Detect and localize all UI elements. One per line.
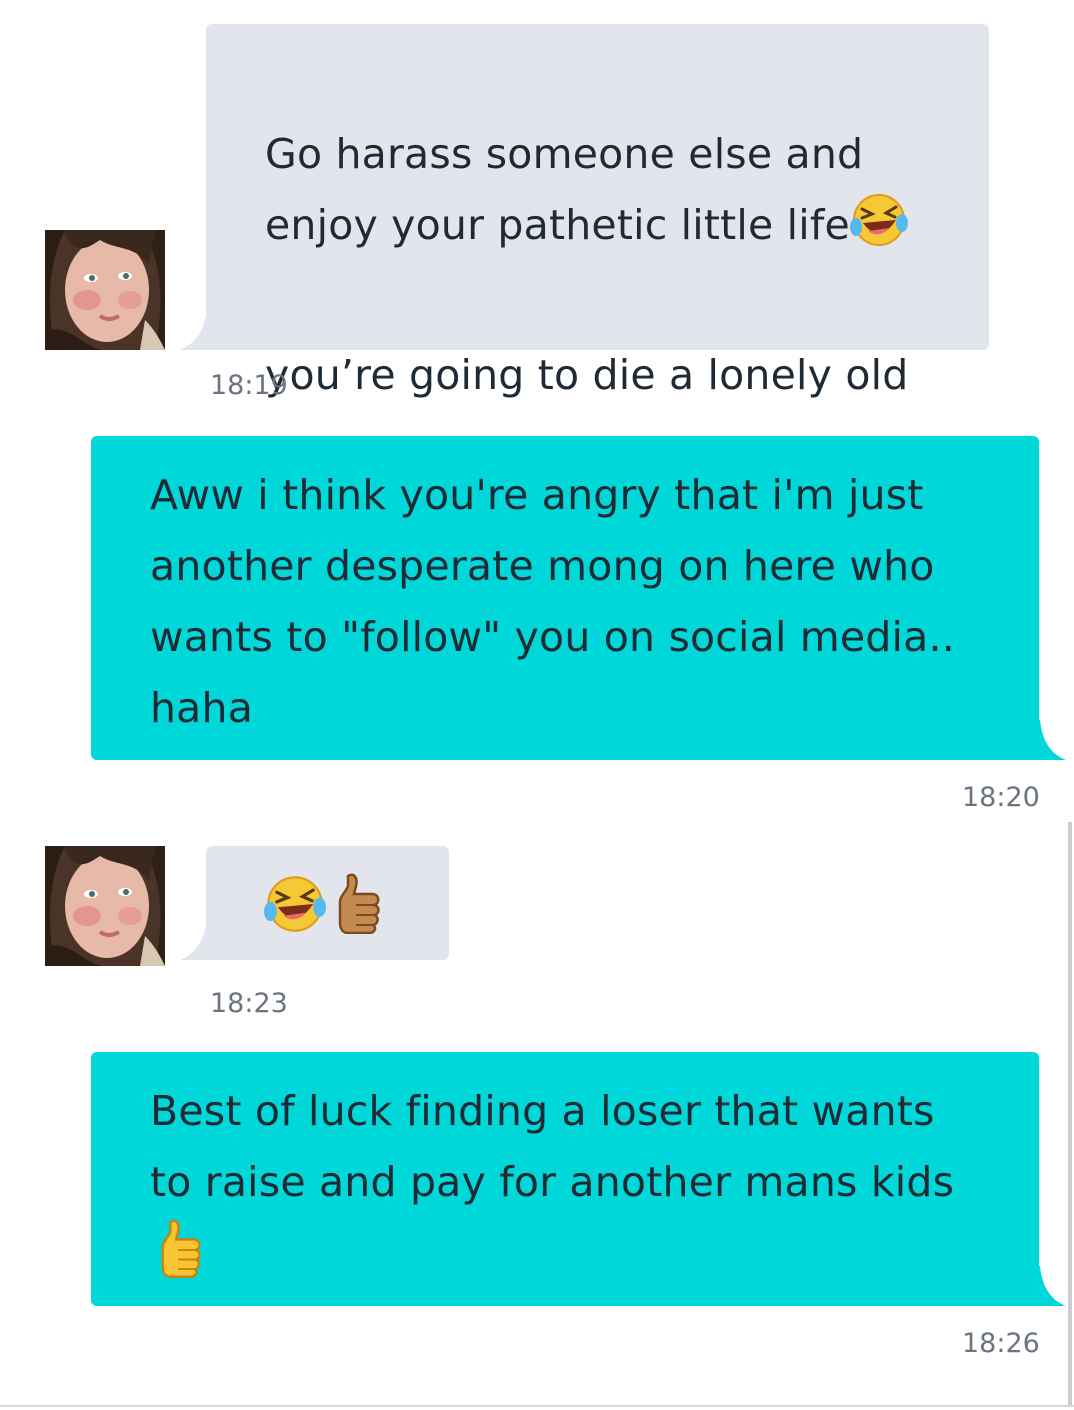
outgoing-message-bubble[interactable]: Aww i think you're angry that i'm just a… bbox=[91, 436, 1039, 760]
message-text: Aww i think you're angry that i'm just a… bbox=[150, 471, 955, 732]
contact-avatar[interactable] bbox=[45, 230, 165, 350]
incoming-message-bubble[interactable]: Go harass someone else and enjoy your pa… bbox=[206, 24, 989, 470]
message-timestamp: 18:20 bbox=[962, 782, 1040, 813]
incoming-message-bubble[interactable] bbox=[206, 846, 449, 960]
thumbs-up-emoji-icon bbox=[334, 872, 382, 938]
message-timestamp: 18:19 bbox=[210, 370, 288, 401]
scrollbar[interactable] bbox=[1068, 822, 1072, 1406]
outgoing-message-bubble[interactable]: Best of luck finding a loser that wants … bbox=[91, 1052, 1039, 1306]
laughing-tears-emoji-icon bbox=[849, 193, 908, 269]
message-timestamp: 18:26 bbox=[962, 1328, 1040, 1359]
chat-thread: Go harass someone else and enjoy your pa… bbox=[0, 0, 1074, 1410]
thumbs-up-emoji-icon bbox=[157, 1218, 203, 1282]
contact-avatar[interactable] bbox=[45, 846, 165, 966]
message-text: Go harass someone else and enjoy your pa… bbox=[265, 130, 864, 249]
message-timestamp: 18:23 bbox=[210, 988, 288, 1019]
divider bbox=[0, 1405, 1074, 1407]
message-text: Best of luck finding a loser that wants … bbox=[150, 1087, 955, 1206]
laughing-tears-emoji-icon bbox=[264, 874, 326, 938]
